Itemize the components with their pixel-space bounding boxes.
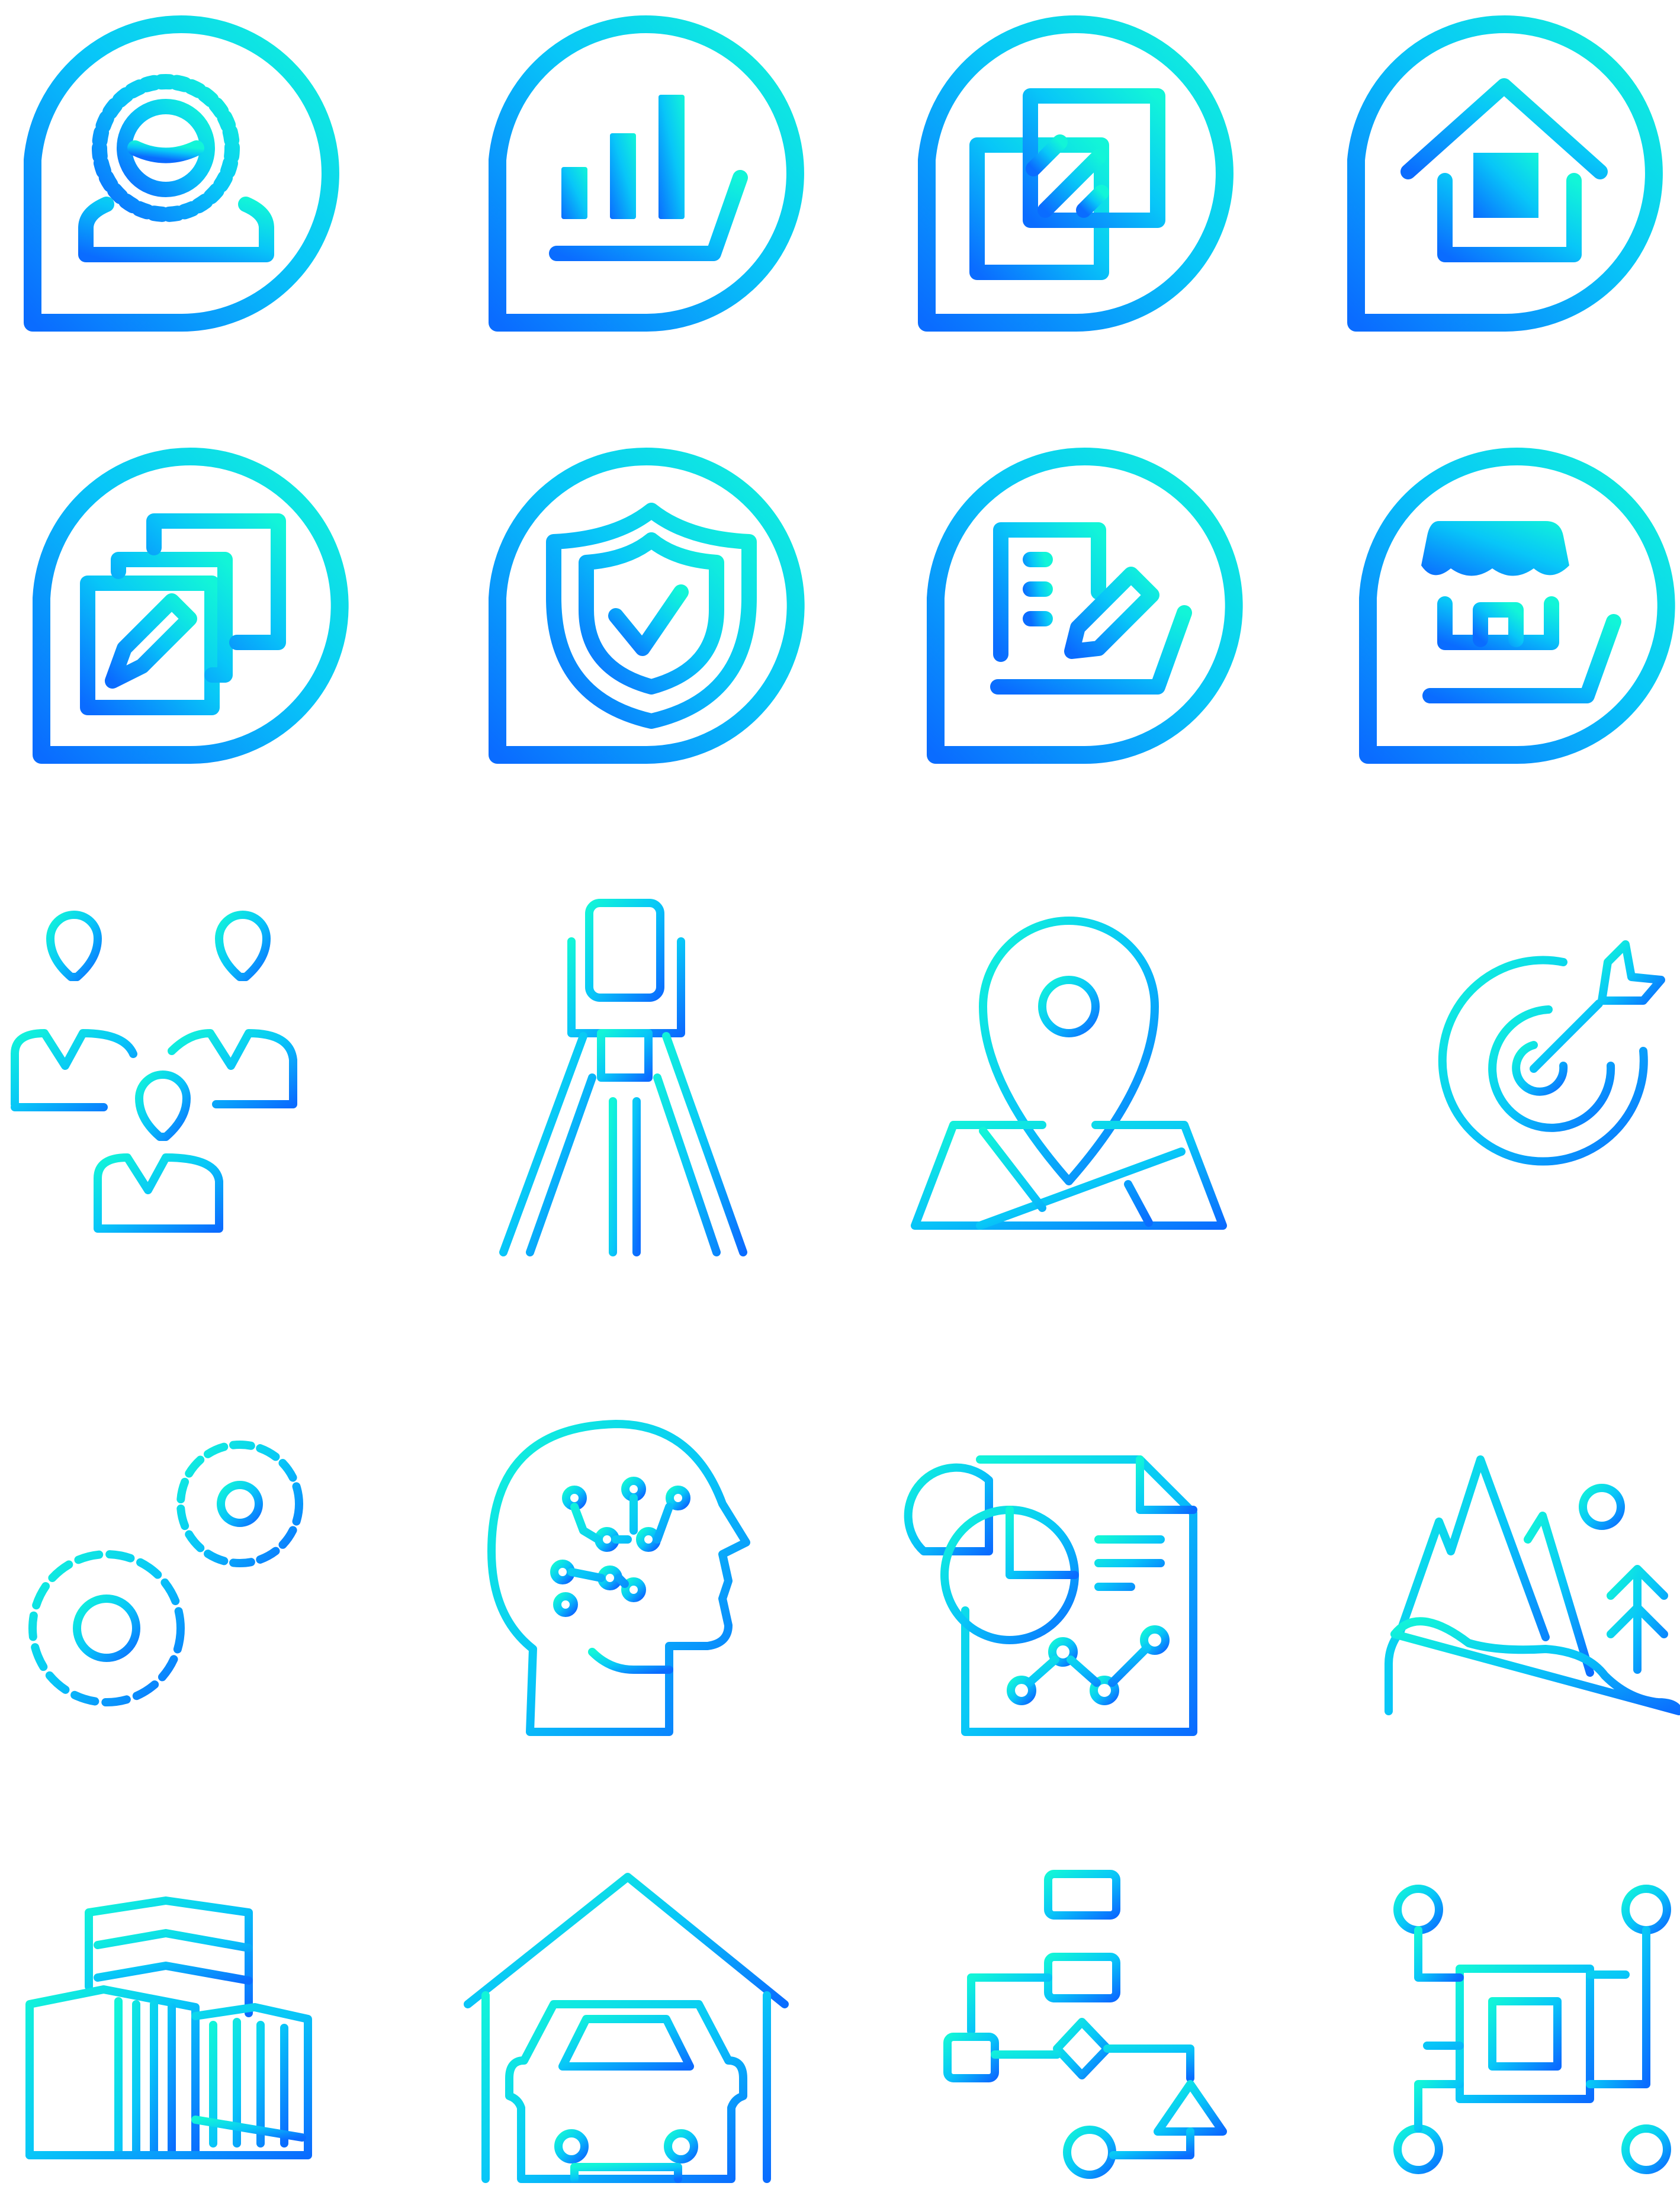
team-people-icon bbox=[11, 911, 297, 1233]
flowchart-icon bbox=[943, 1870, 1227, 2179]
design-documents-icon bbox=[918, 15, 1234, 332]
gears-settings-icon bbox=[28, 1441, 303, 1706]
storefront-icon bbox=[1359, 448, 1675, 764]
edit-files-icon bbox=[33, 448, 349, 764]
surveying-tripod-icon bbox=[499, 899, 747, 1256]
garage-car-icon bbox=[464, 1873, 789, 2183]
customer-profile-icon bbox=[24, 15, 339, 332]
target-goal-icon bbox=[1438, 940, 1665, 1166]
data-report-icon bbox=[904, 1455, 1197, 1736]
landscape-mountains-icon bbox=[1385, 1455, 1680, 1715]
blueprint-edit-icon bbox=[927, 448, 1243, 764]
artificial-intelligence-head-icon bbox=[487, 1420, 750, 1736]
icon-sheet bbox=[11, 15, 1680, 2183]
city-buildings-icon bbox=[25, 1896, 312, 2159]
security-shield-icon bbox=[489, 448, 805, 764]
home-real-estate-icon bbox=[1347, 15, 1663, 332]
processor-chip-network-icon bbox=[1393, 1885, 1671, 2174]
map-location-pin-icon bbox=[911, 917, 1227, 1230]
growth-chart-icon bbox=[489, 15, 804, 332]
